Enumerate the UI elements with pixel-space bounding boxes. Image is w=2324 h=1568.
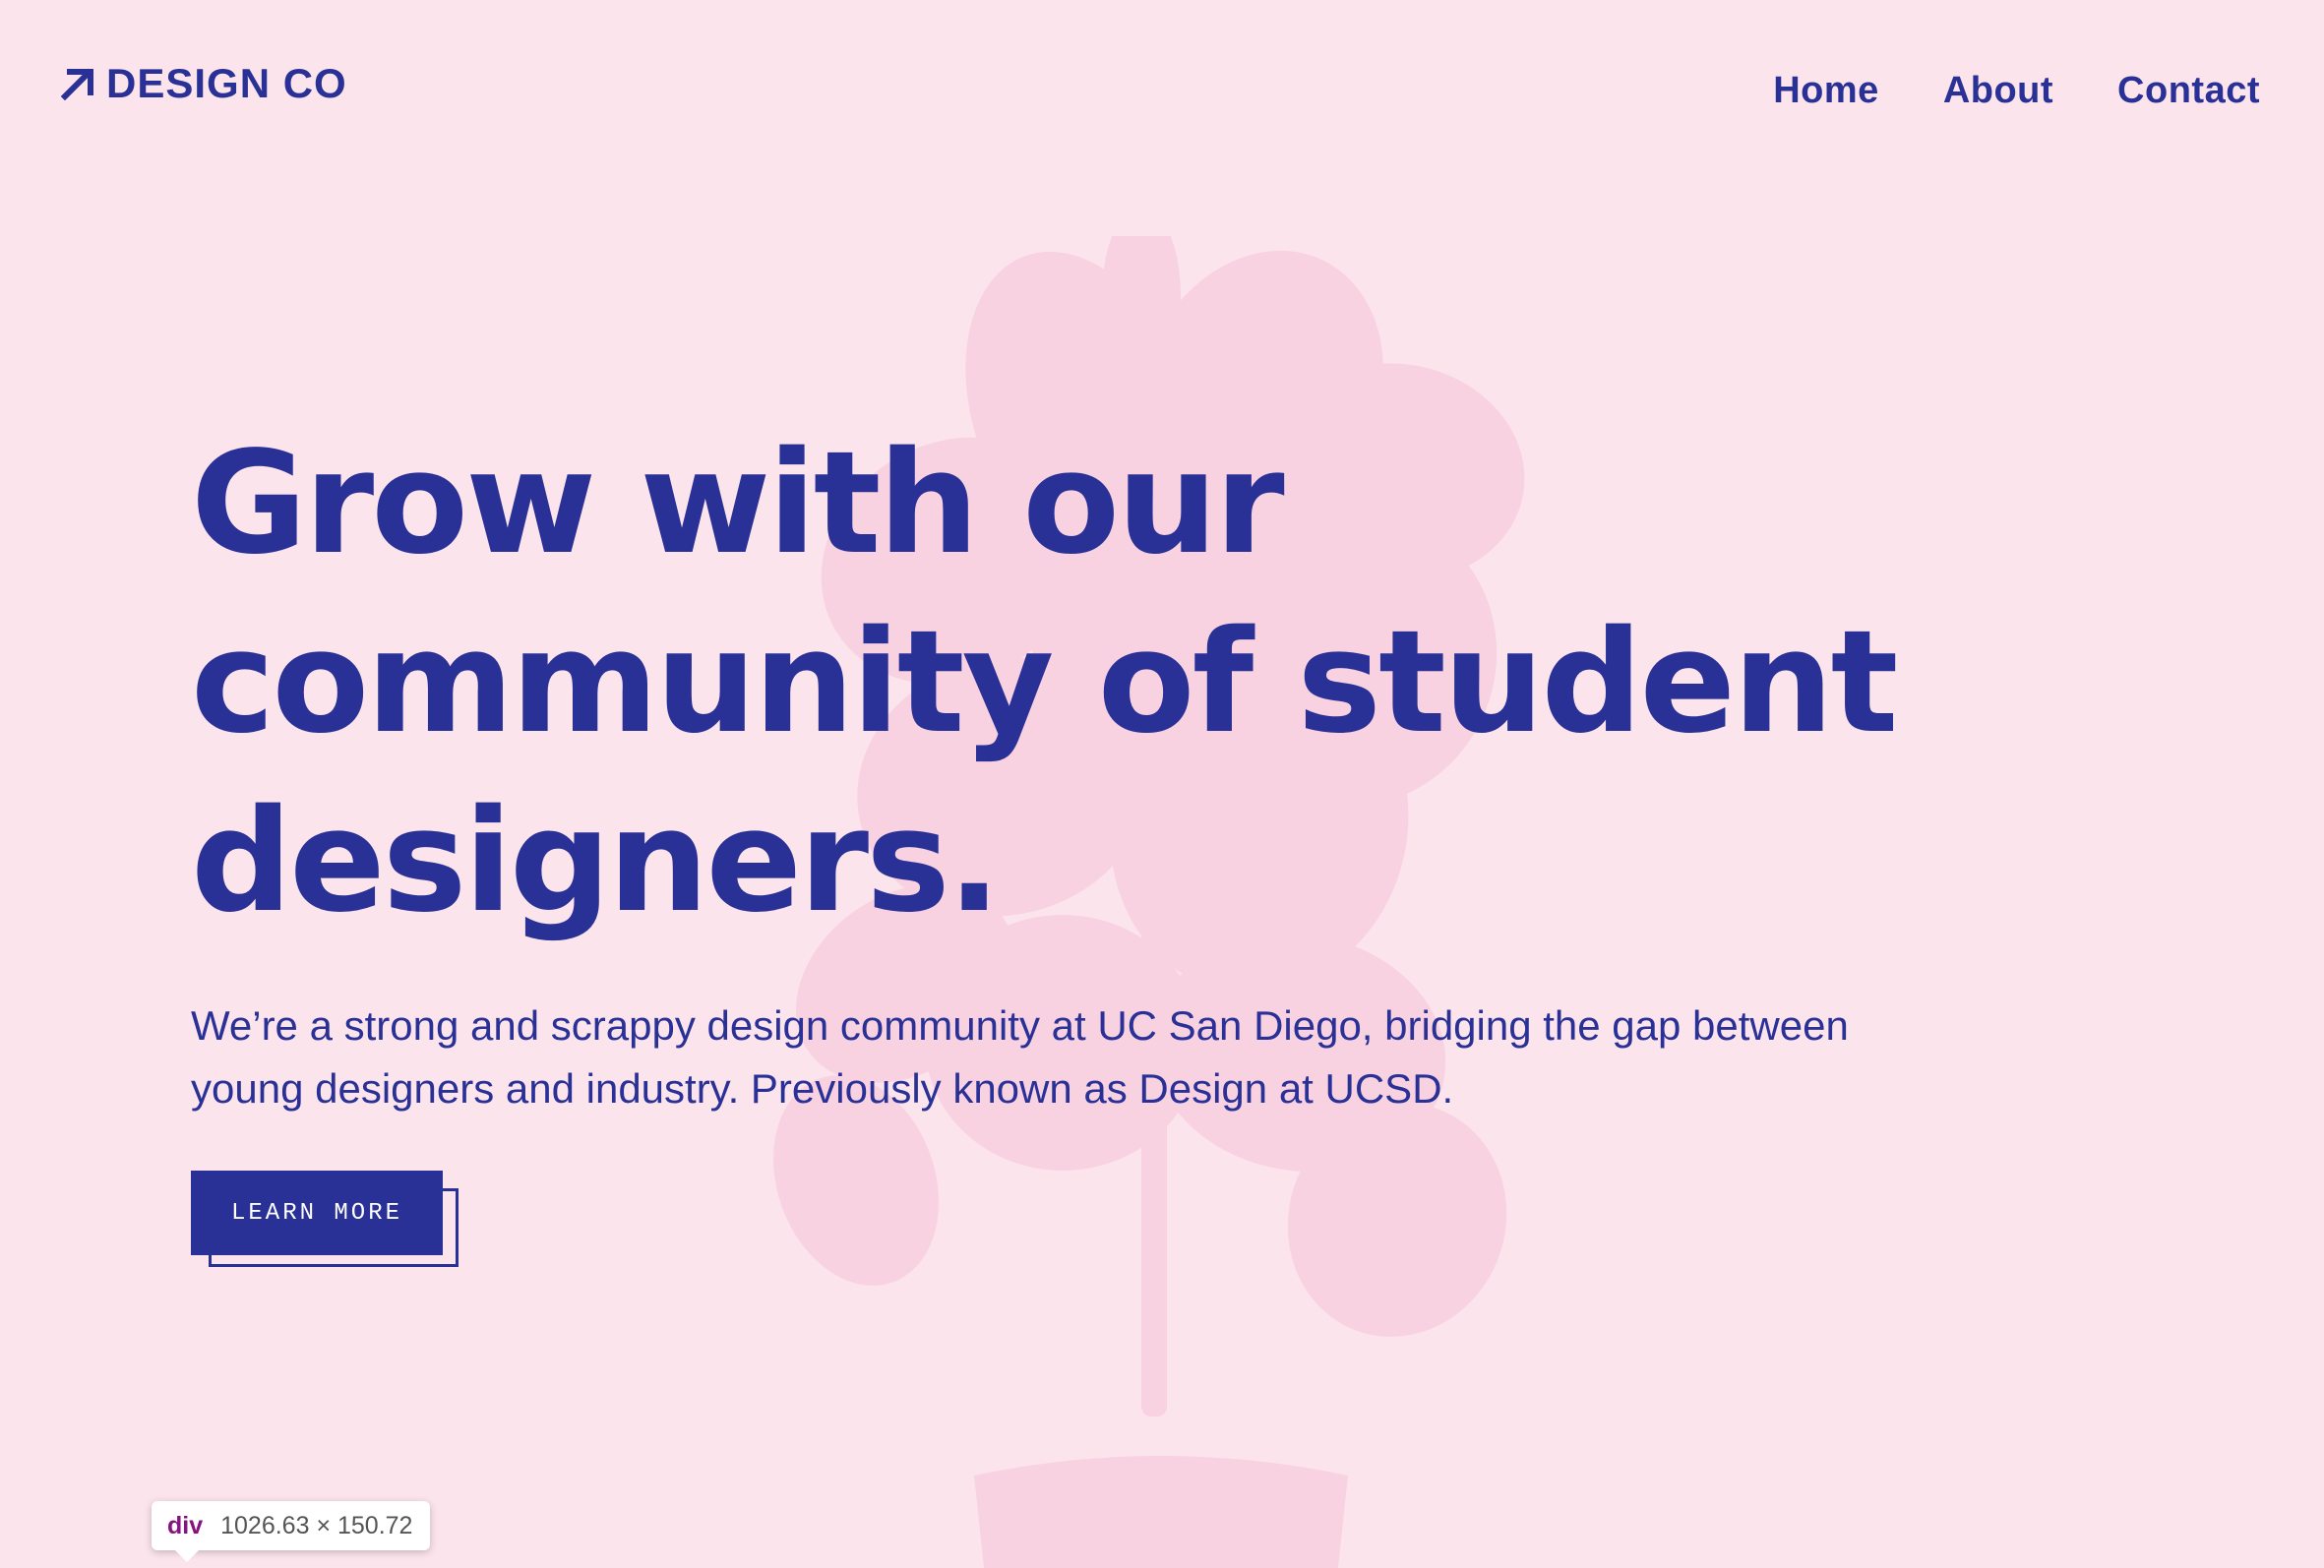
logo-link[interactable]: DESIGN CO (61, 63, 347, 104)
arrow-up-right-icon (61, 68, 93, 100)
nav-link-contact[interactable]: Contact (2117, 63, 2260, 118)
tooltip-arrow (175, 1550, 199, 1562)
inspect-dimensions: 1026.63 × 150.72 (220, 1511, 413, 1539)
main-nav: Home About Contact (1773, 63, 2260, 118)
devtools-inspect-tooltip: div 1026.63 × 150.72 (152, 1501, 431, 1562)
hero-title: Grow with our community of student desig… (191, 420, 1898, 943)
nav-link-home[interactable]: Home (1773, 63, 1879, 118)
site-header: DESIGN CO Home About Contact (0, 0, 2324, 182)
learn-more-button[interactable]: LEARN MORE (191, 1171, 443, 1255)
logo-text: DESIGN CO (106, 60, 347, 106)
inspect-tag-name: div (167, 1511, 204, 1539)
hero-section: Grow with our community of student desig… (191, 413, 2060, 1120)
learn-more-button-wrap: LEARN MORE (191, 1171, 460, 1273)
nav-link-about[interactable]: About (1943, 63, 2053, 118)
hero-description: We’re a strong and scrappy design commun… (191, 1002, 1849, 1112)
